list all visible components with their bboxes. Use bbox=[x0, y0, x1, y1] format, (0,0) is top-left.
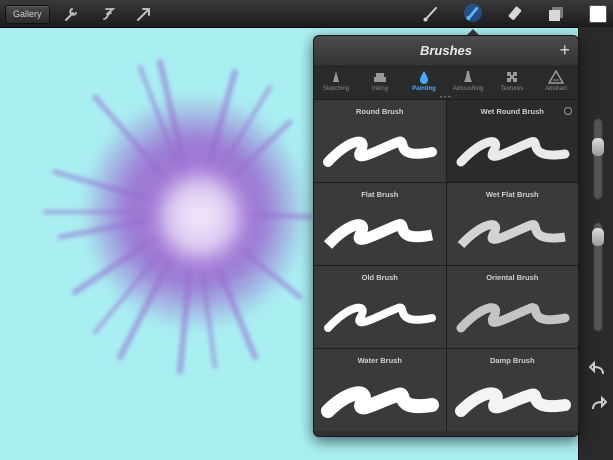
eraser-icon[interactable] bbox=[505, 4, 525, 24]
opacity-slider[interactable] bbox=[592, 222, 604, 332]
brush-settings-icon[interactable] bbox=[564, 107, 572, 115]
category-label: Inking bbox=[371, 86, 388, 92]
brush-stroke-preview bbox=[454, 387, 571, 417]
wrench-icon[interactable] bbox=[62, 4, 82, 24]
brush-name: Flat Brush bbox=[361, 190, 399, 199]
ink-icon bbox=[374, 73, 386, 82]
brush-name: Water Brush bbox=[357, 356, 402, 365]
panel-title: Brushes bbox=[419, 43, 473, 58]
panel-header: Brushes + bbox=[314, 36, 578, 67]
opacity-knob[interactable] bbox=[592, 228, 604, 246]
brushes-panel: Brushes + Sketching Inking Painting Airb… bbox=[313, 35, 579, 437]
abstract-icon bbox=[548, 70, 564, 84]
brush-name: Round Brush bbox=[356, 107, 404, 116]
brush-stroke-preview bbox=[323, 136, 437, 167]
adjust-icon[interactable] bbox=[99, 4, 119, 24]
category-label: Sketching bbox=[322, 86, 350, 92]
brush-stroke-preview bbox=[321, 386, 439, 418]
brush-name: Oriental Brush bbox=[486, 273, 539, 282]
brush-name: Wet Flat Brush bbox=[485, 190, 539, 199]
paint-drop-icon bbox=[420, 71, 428, 84]
brush-size-knob[interactable] bbox=[592, 138, 604, 156]
category-inking[interactable]: Inking bbox=[358, 67, 402, 99]
brush-cell-damp-brush[interactable]: Damp Brush bbox=[446, 349, 578, 431]
brush-stroke-preview bbox=[456, 303, 569, 333]
layers-icon[interactable] bbox=[546, 4, 566, 24]
brush-stroke-preview bbox=[324, 303, 436, 332]
airbrush-icon bbox=[464, 71, 472, 82]
texture-icon bbox=[507, 72, 517, 82]
brush-name: Wet Round Brush bbox=[480, 107, 544, 116]
smudge-icon[interactable] bbox=[463, 3, 485, 25]
brush-icon[interactable] bbox=[421, 4, 441, 24]
add-brush-button[interactable]: + bbox=[559, 40, 570, 60]
brush-cell-round-brush[interactable]: Round Brush bbox=[314, 100, 446, 182]
category-textures[interactable]: Textures bbox=[490, 67, 534, 99]
category-abstract[interactable]: Abstract bbox=[534, 67, 578, 99]
brush-stroke-preview bbox=[323, 219, 434, 249]
brush-name: Old Brush bbox=[361, 273, 398, 282]
category-label: Painting bbox=[412, 86, 436, 92]
color-swatch[interactable] bbox=[589, 5, 607, 23]
brush-size-slider[interactable] bbox=[592, 118, 604, 200]
category-label: Abstract bbox=[544, 86, 567, 92]
brush-grid: Round Brush Wet Round Brush Flat Brush W… bbox=[314, 100, 578, 431]
transform-arrow-icon[interactable] bbox=[134, 4, 154, 24]
gallery-button[interactable]: Gallery bbox=[5, 5, 50, 24]
brush-cell-flat-brush[interactable]: Flat Brush bbox=[314, 183, 446, 265]
brush-cell-oriental-brush[interactable]: Oriental Brush bbox=[446, 266, 578, 348]
brush-name: Damp Brush bbox=[489, 356, 535, 365]
brush-cell-water-brush[interactable]: Water Brush bbox=[314, 349, 446, 431]
undo-icon[interactable] bbox=[588, 360, 607, 378]
pencil-icon bbox=[333, 71, 339, 82]
brush-cell-old-brush[interactable]: Old Brush bbox=[314, 266, 446, 348]
redo-icon[interactable] bbox=[589, 395, 608, 413]
brush-cell-wet-flat-brush[interactable]: Wet Flat Brush bbox=[446, 183, 578, 265]
category-sketching[interactable]: Sketching bbox=[314, 67, 358, 99]
brush-stroke-preview bbox=[456, 137, 569, 167]
category-label: Textures bbox=[500, 86, 524, 92]
category-label: Airbrushing bbox=[452, 86, 484, 92]
brush-categories: Sketching Inking Painting Airbrushing Te… bbox=[314, 67, 578, 101]
brush-stroke-preview bbox=[457, 220, 566, 249]
category-airbrushing[interactable]: Airbrushing bbox=[446, 67, 490, 99]
brush-cell-wet-round-brush[interactable]: Wet Round Brush bbox=[446, 100, 578, 182]
top-toolbar: Gallery bbox=[0, 0, 613, 28]
